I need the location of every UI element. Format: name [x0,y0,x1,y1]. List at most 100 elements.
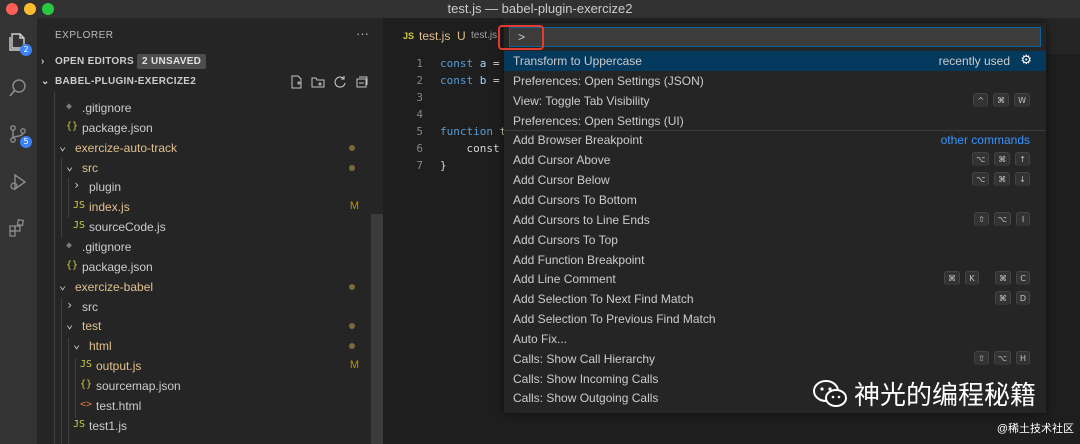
command-label: Preferences: Open Settings (UI) [513,113,684,128]
command-input-box[interactable] [509,27,1041,47]
collapse-all-icon[interactable] [355,75,369,89]
command-label: Calls: Show Incoming Calls [513,371,659,386]
command-item[interactable]: Auto Fix... [504,329,1046,349]
file-tree-item-label: .gitignore [82,239,132,254]
key-cap: ⌥ [972,152,990,167]
keybinding: ⇧ ⌥ I [974,211,1030,226]
file-tree-item-label: exercize-auto-track [75,140,178,155]
code-line: } [440,159,447,172]
sidebar-scrollbar[interactable] [371,214,383,444]
keybinding: ^ ⌘ W [973,92,1030,107]
command-item[interactable]: Calls: Show Call Hierarchy ⇧ ⌥ H [504,349,1046,369]
file-tree-item-label: exercize-babel [75,279,154,294]
file-tree-item[interactable]: ⌄ html [37,336,371,356]
file-tree-item[interactable]: ⌄ test [37,316,371,336]
code-line: function t [440,125,507,138]
explorer-badge: 2 [20,44,32,56]
file-tree-item-label: test.html [96,398,142,413]
breadcrumb[interactable]: test.js [471,30,497,41]
command-item[interactable]: Add Cursor Below ⌥ ⌘ ↓ [504,170,1046,190]
command-item[interactable]: Add Selection To Previous Find Match [504,309,1046,329]
run-debug-icon[interactable] [4,168,32,196]
file-tree-item[interactable]: <> test.html [37,396,371,416]
file-tree-item[interactable]: › plugin [37,177,371,197]
file-type-icon: ◆ [66,239,73,251]
command-item[interactable]: Add Cursors To Bottom [504,190,1046,210]
key-cap: ⌘ [993,92,1010,107]
file-tree-item[interactable]: JS output.js M [37,356,371,376]
file-tree-item[interactable]: ◆ .gitignore [37,98,371,118]
key-cap: ⌘ [995,271,1011,286]
command-item[interactable]: Add Cursors to Line Ends ⇧ ⌥ I [504,210,1046,230]
chevron-down-icon: ⌄ [59,138,67,153]
modified-dot-icon [349,144,355,151]
file-tree-item-label: html [89,339,112,354]
key-cap: C [1016,271,1030,286]
new-file-icon[interactable] [289,75,303,89]
line-number: 6 [416,142,423,155]
command-item[interactable]: Preferences: Open Settings (UI) [504,111,1046,131]
key-cap: ⇧ [974,211,989,226]
file-tree-item-label: test [82,319,102,334]
explorer-sidebar: EXPLORER ··· › OPEN EDITORS 2 UNSAVED ⌄ … [37,18,383,444]
search-icon[interactable] [4,74,32,102]
key-cap: ^ [973,92,989,107]
file-type-icon: {} [80,378,93,390]
command-item[interactable]: Transform to Uppercase recently used ⚙ [504,51,1046,71]
explorer-icon[interactable]: 2 [4,28,32,56]
refresh-icon[interactable] [333,75,347,89]
file-tree-item[interactable]: ⌄ src [37,158,371,178]
command-item[interactable]: View: Toggle Tab Visibility ^ ⌘ W [504,91,1046,111]
open-editors-section[interactable]: › OPEN EDITORS 2 UNSAVED [37,52,383,72]
line-number: 4 [416,108,423,121]
project-section[interactable]: ⌄ BABEL-PLUGIN-EXERCIZE2 [37,72,383,92]
chevron-down-icon: ⌄ [66,158,74,173]
file-tree-item[interactable]: JS test1.js [37,416,371,436]
key-cap: ⌘ [994,172,1011,187]
window-title: test.js — babel-plugin-exercize2 [447,1,633,16]
scm-badge: 5 [20,136,32,148]
command-label: Preferences: Open Settings (JSON) [513,73,704,88]
command-item[interactable]: Add Browser Breakpoint other commands [504,130,1046,150]
chevron-right-icon: › [66,297,74,312]
extensions-icon[interactable] [4,214,32,242]
git-modified-marker: M [349,359,359,372]
modified-dot-icon [349,283,355,290]
more-actions-icon[interactable]: ··· [356,26,369,41]
file-tree-item[interactable]: {} package.json [37,257,371,277]
code-line: const [440,142,500,155]
tab-test-js[interactable]: JS test.js U test.js [383,18,503,54]
keybinding: ⌘ K ⌘ C [944,271,1030,286]
file-tree-item-label: sourcemap.json [96,378,181,393]
key-cap: ↑ [1015,152,1030,167]
key-cap: I [1016,211,1030,226]
file-tree-item-label: test1.js [89,418,128,433]
new-folder-icon[interactable] [311,75,325,89]
command-item[interactable]: Add Cursors To Top [504,230,1046,250]
file-tree-item[interactable]: ⌄ exercize-babel [37,277,371,297]
key-cap: H [1015,350,1030,365]
open-editors-label: OPEN EDITORS [55,56,134,67]
command-item[interactable]: Preferences: Open Settings (JSON) [504,71,1046,91]
command-input[interactable] [510,28,1040,46]
file-tree-item[interactable]: JS index.js M [37,197,371,217]
command-item[interactable]: Add Line Comment ⌘ K ⌘ C [504,269,1046,289]
command-palette: Transform to Uppercase recently used ⚙ Pref… [504,23,1046,413]
file-tree-item[interactable]: › src [37,297,371,317]
file-tree-item[interactable]: {} sourcemap.json [37,376,371,396]
command-label: Add Cursors to Line Ends [513,212,650,227]
command-item[interactable]: Add Cursor Above ⌥ ⌘ ↑ [504,150,1046,170]
file-tree-item[interactable]: ◆ .gitignore [37,237,371,257]
gear-icon[interactable]: ⚙ [1020,53,1032,68]
command-item[interactable]: Add Selection To Next Find Match ⌘ D [504,289,1046,309]
file-tree-item[interactable]: JS sourceCode.js [37,217,371,237]
file-tree-item-label: package.json [82,120,153,135]
command-label: Calls: Show Outgoing Calls [513,391,659,406]
keybinding: ⌥ ⌘ ↓ [972,172,1030,187]
file-tree-item[interactable]: ⌄ exercize-auto-track [37,138,371,158]
file-tree-item[interactable]: {} package.json [37,118,371,138]
command-item[interactable]: Add Function Breakpoint [504,250,1046,270]
source-control-icon[interactable]: 5 [4,120,32,148]
git-modified-marker: M [349,200,359,213]
watermark: 神光的编程秘籍 [812,375,1036,412]
